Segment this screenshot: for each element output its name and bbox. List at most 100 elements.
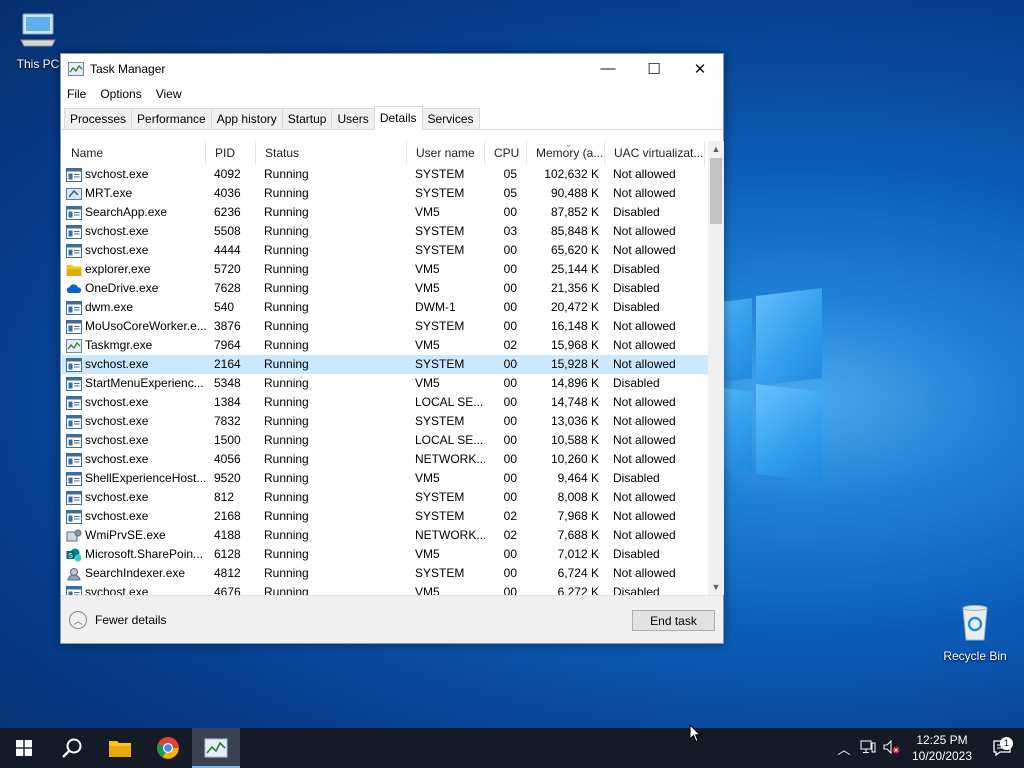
process-name: svchost.exe [85, 395, 149, 409]
cell-status: Running [264, 433, 309, 447]
table-row[interactable]: explorer.exe 5720 Running VM5 00 25,144 K Disa… [62, 260, 708, 279]
table-row[interactable]: ShellExperienceHost.... 9520 Running VM5 00 9… [62, 469, 708, 488]
chevron-up-icon[interactable]: ︿ [832, 739, 856, 758]
tab-processes[interactable]: Processes [64, 108, 133, 129]
taskbar-task-manager[interactable] [192, 728, 240, 768]
table-row[interactable]: SearchApp.exe 6236 Running VM5 00 87,852 K Dis… [62, 203, 708, 222]
cell-status: Running [264, 395, 309, 409]
tab-details[interactable]: Details [373, 106, 423, 130]
table-row[interactable]: MRT.exe 4036 Running SYSTEM 05 90,488 K Not al… [62, 184, 708, 203]
cell-name: svchost.exe [62, 222, 206, 241]
cell-status: Running [264, 509, 309, 523]
table-row[interactable]: svchost.exe 4444 Running SYSTEM 00 65,620 K No… [62, 241, 708, 260]
cell-name: S Microsoft.SharePoin... [62, 545, 206, 564]
cell-user-name: SYSTEM [415, 319, 465, 333]
process-name: svchost.exe [85, 452, 149, 466]
table-row[interactable]: svchost.exe 4092 Running SYSTEM 05 102,632 K N… [62, 165, 708, 184]
tab-services[interactable]: Services [421, 108, 480, 129]
cell-status: Running [264, 471, 309, 485]
action-center-button[interactable]: 1 [980, 737, 1024, 756]
scrollbar-thumb[interactable] [710, 158, 722, 224]
column-header-name[interactable]: Name [62, 141, 206, 165]
process-name: svchost.exe [85, 490, 149, 504]
tab-startup[interactable]: Startup [281, 108, 333, 129]
cell-uac-virtualization: Disabled [613, 585, 660, 595]
table-row[interactable]: svchost.exe 5508 Running SYSTEM 03 85,848 K No… [62, 222, 708, 241]
fewer-details-link[interactable]: ︿ Fewer details [69, 611, 166, 629]
cell-pid: 2164 [214, 357, 241, 371]
taskbar-file-explorer[interactable] [96, 728, 144, 768]
column-header-status[interactable]: Status [256, 141, 407, 165]
scroll-up-icon[interactable]: ▲ [708, 141, 724, 157]
process-name: Microsoft.SharePoin... [85, 547, 204, 561]
column-header-uac-virtualization[interactable]: UAC virtualizat... [605, 141, 705, 165]
table-row[interactable]: svchost.exe 4676 Running VM5 00 6,272 K Disabl… [62, 583, 708, 595]
cell-uac-virtualization: Not allowed [613, 338, 676, 352]
menu-file[interactable]: File [67, 87, 86, 101]
cell-uac-virtualization: Disabled [613, 262, 660, 276]
taskbar-clock[interactable]: 12:25 PM 10/20/2023 [904, 732, 980, 764]
cell-pid: 5508 [214, 224, 241, 238]
network-icon[interactable] [856, 740, 880, 757]
menu-options[interactable]: Options [100, 87, 141, 101]
process-svc-icon [66, 376, 82, 391]
cell-memory: 14,748 K [550, 395, 599, 409]
process-svc-icon [66, 167, 82, 182]
process-svc-icon [66, 471, 82, 486]
minimize-button[interactable]: — [585, 54, 631, 83]
column-header-cpu[interactable]: CPU [485, 141, 527, 165]
menu-view[interactable]: View [156, 87, 182, 101]
cell-name: svchost.exe [62, 412, 206, 431]
cell-cpu: 00 [503, 585, 517, 595]
cell-uac-virtualization: Not allowed [613, 167, 676, 181]
cell-memory: 8,008 K [557, 490, 599, 504]
table-row[interactable]: Taskmgr.exe 7964 Running VM5 02 15,968 K Not a… [62, 336, 708, 355]
volume-muted-icon[interactable] [880, 739, 904, 757]
taskbar-chrome[interactable] [144, 728, 192, 768]
process-name: svchost.exe [85, 414, 149, 428]
table-row[interactable]: MoUsoCoreWorker.e... 3876 Running SYSTEM 00 1… [62, 317, 708, 336]
table-row[interactable]: dwm.exe 540 Running DWM-1 00 20,472 K Disabled [62, 298, 708, 317]
column-header-user-name[interactable]: User name [407, 141, 485, 165]
scroll-down-icon[interactable]: ▼ [708, 579, 724, 595]
cell-status: Running [264, 224, 309, 238]
tab-app-history[interactable]: App history [210, 108, 283, 129]
table-row[interactable]: svchost.exe 4056 Running NETWORK... 00 10,260… [62, 450, 708, 469]
vertical-scrollbar[interactable]: ▲ ▼ [708, 141, 724, 595]
clock-time: 12:25 PM [916, 733, 968, 747]
cell-cpu: 00 [503, 243, 517, 257]
table-row[interactable]: svchost.exe 7832 Running SYSTEM 00 13,036 K No… [62, 412, 708, 431]
process-name: ShellExperienceHost.... [85, 471, 206, 485]
maximize-button[interactable]: ☐ [631, 54, 677, 83]
close-button[interactable]: ✕ [677, 54, 723, 83]
table-row[interactable]: svchost.exe 2168 Running SYSTEM 02 7,968 K Not… [62, 507, 708, 526]
end-task-button[interactable]: End task [632, 610, 715, 631]
process-search-icon [66, 567, 82, 581]
menu-bar: File Options View [61, 83, 723, 105]
table-row[interactable]: OneDrive.exe 7628 Running VM5 00 21,356 K Disa… [62, 279, 708, 298]
tab-users[interactable]: Users [331, 108, 375, 129]
cell-pid: 2168 [214, 509, 241, 523]
column-header-pid[interactable]: PID [206, 141, 256, 165]
cell-pid: 4676 [214, 585, 241, 595]
tab-performance[interactable]: Performance [131, 108, 212, 129]
cell-pid: 3876 [214, 319, 241, 333]
table-row[interactable]: svchost.exe 812 Running SYSTEM 00 8,008 K Not … [62, 488, 708, 507]
table-row[interactable]: svchost.exe 1500 Running LOCAL SE... 00 10,58… [62, 431, 708, 450]
desktop-icon-recycle-bin[interactable]: Recycle Bin [937, 602, 1013, 663]
start-button[interactable] [0, 728, 48, 768]
table-row[interactable]: svchost.exe 1384 Running LOCAL SE... 00 14,74… [62, 393, 708, 412]
cell-cpu: 00 [503, 300, 517, 314]
table-row[interactable]: S Microsoft.SharePoin... 6128 Running VM5 00 7… [62, 545, 708, 564]
table-row[interactable]: SearchIndexer.exe 4812 Running SYSTEM 00 6,72… [62, 564, 708, 583]
cell-user-name: SYSTEM [415, 566, 465, 580]
title-bar[interactable]: Task Manager — ☐ ✕ [61, 54, 723, 83]
cell-pid: 4092 [214, 167, 241, 181]
process-svc-icon [66, 205, 82, 220]
table-row[interactable]: WmiPrvSE.exe 4188 Running NETWORK... 02 7,688… [62, 526, 708, 545]
table-row[interactable]: svchost.exe 2164 Running SYSTEM 00 15,928 K No… [62, 355, 708, 374]
table-row[interactable]: StartMenuExperienc... 5348 Running VM5 00 14,… [62, 374, 708, 393]
search-button[interactable] [48, 728, 96, 768]
cell-pid: 4036 [214, 186, 241, 200]
cell-memory: 65,620 K [550, 243, 599, 257]
